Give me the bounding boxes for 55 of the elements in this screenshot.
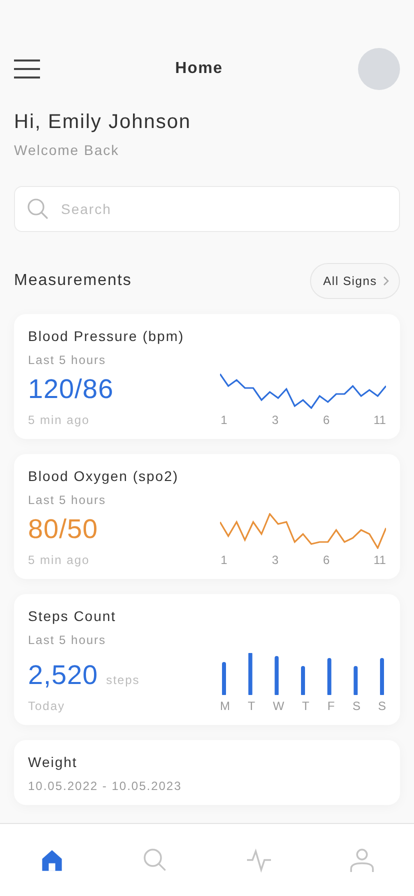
unit-label: steps	[106, 673, 140, 687]
card-title: Blood Oxygen (spo2)	[28, 468, 180, 484]
axis-label: T	[247, 699, 256, 713]
axis-label: 3	[271, 553, 280, 567]
axis-label: 6	[322, 553, 330, 567]
measurement-card[interactable]: Blood Pressure (bpm) Last 5 hours 120/86 5 min ago 1 3 6 11	[14, 314, 400, 439]
axis-label: 1	[220, 553, 228, 567]
screen-title: Home	[175, 60, 223, 78]
axis-label: 11	[374, 553, 386, 567]
measurement-value: 2,520	[28, 660, 98, 691]
axis-label: S	[352, 699, 361, 713]
search-field[interactable]: Search	[14, 186, 400, 232]
person-icon[interactable]	[350, 848, 374, 872]
search-icon	[27, 198, 49, 220]
avatar[interactable]	[358, 48, 400, 90]
step-bar	[222, 662, 226, 695]
card-subtitle: Last 5 hours	[28, 353, 108, 367]
axis-label: 11	[374, 413, 386, 427]
axis-label: T	[302, 699, 310, 713]
greeting-subtitle: Welcome Back	[14, 142, 120, 158]
measurement-card[interactable]: Weight 10.05.2022 - 10.05.2023	[14, 740, 400, 805]
axis-label: M	[220, 699, 230, 713]
measurement-card[interactable]: Blood Oxygen (spo2) Last 5 hours 80/50 5 min ago 1 3 6 11	[14, 454, 400, 579]
card-subtitle: Last 5 hours	[28, 493, 108, 507]
greeting-title: Hi, Emily Johnson	[14, 111, 192, 134]
axis-label: 3	[271, 413, 280, 427]
card-title: Steps Count	[28, 608, 118, 624]
search-icon[interactable]	[143, 848, 168, 872]
section-title: Measurements	[14, 272, 132, 290]
step-bar	[354, 666, 358, 695]
timestamp: 5 min ago	[28, 413, 91, 427]
measurement-value: 120/86	[28, 374, 114, 405]
measurement-card[interactable]: Steps Count Last 5 hours 2,520 steps Today M T W T F S S	[14, 594, 400, 725]
home-icon[interactable]	[40, 848, 64, 872]
menu-icon[interactable]	[14, 59, 40, 79]
step-bar	[301, 666, 305, 695]
axis-label: 6	[322, 413, 330, 427]
all-signs-button[interactable]: All Signs	[310, 263, 400, 299]
card-title: Weight	[28, 754, 78, 770]
step-bar	[327, 658, 332, 695]
card-subtitle: Last 5 hours	[28, 633, 108, 647]
timestamp: 5 min ago	[28, 553, 91, 567]
axis-label: W	[272, 699, 284, 713]
step-bar	[274, 656, 279, 695]
chevron-right-icon	[383, 276, 389, 286]
card-subtitle: 10.05.2022 - 10.05.2023	[28, 779, 183, 793]
card-title: Blood Pressure (bpm)	[28, 328, 186, 344]
pulse-icon[interactable]	[246, 848, 271, 872]
step-bar	[248, 653, 252, 695]
axis-label: F	[327, 699, 336, 713]
axis-label: 1	[220, 413, 228, 427]
measurement-value: 80/50	[28, 514, 98, 545]
step-bar	[380, 658, 384, 695]
axis-label: S	[378, 699, 386, 713]
timestamp: Today	[28, 699, 66, 713]
